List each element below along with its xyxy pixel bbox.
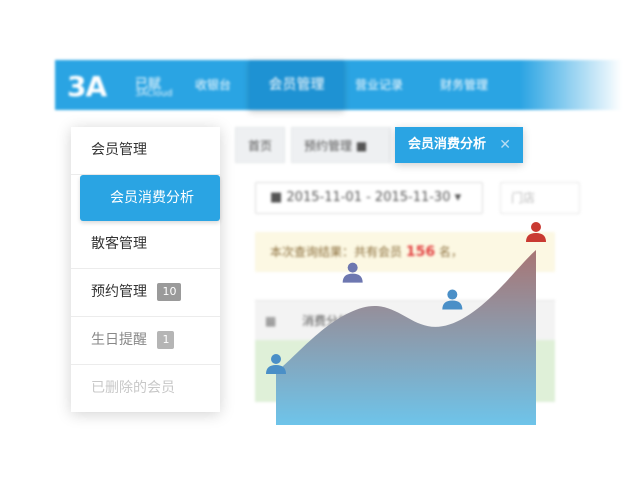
user-icon-body [442,300,463,310]
user-icon [526,222,546,242]
user-icon [342,262,363,283]
user-icon-head [347,262,358,273]
user-icon-head [531,222,541,232]
consumption-trend-chart [266,222,546,425]
trend-area [276,250,536,425]
user-icon-body [526,233,546,242]
user-icon-head [447,289,458,300]
user-icon-head [271,354,281,364]
user-icon [266,354,286,374]
user-icon [442,289,463,310]
user-icon-body [342,273,363,283]
